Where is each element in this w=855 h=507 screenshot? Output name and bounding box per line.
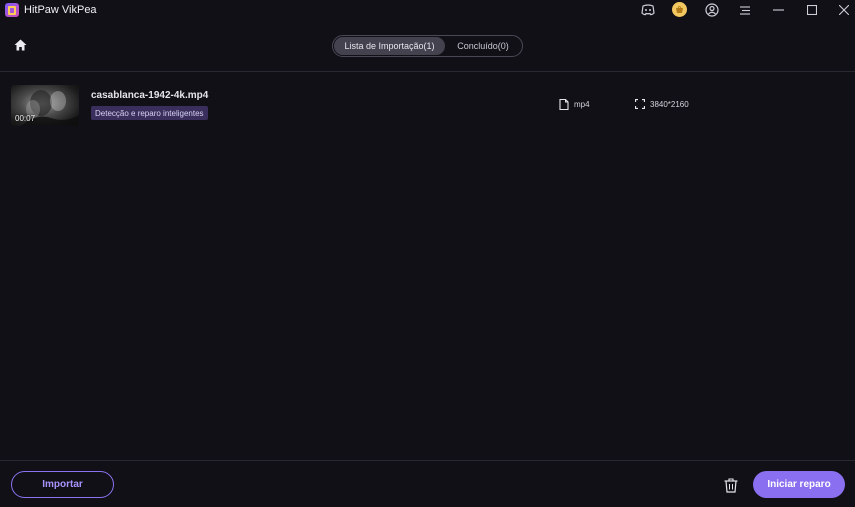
file-format: mp4 xyxy=(559,99,590,110)
trash-icon[interactable] xyxy=(722,476,740,494)
tab-switcher: Lista de Importação(1) Concluído(0) xyxy=(332,35,523,57)
tab-import-list[interactable]: Lista de Importação(1) xyxy=(334,37,445,55)
account-icon[interactable] xyxy=(704,2,720,18)
start-repair-button[interactable]: Iniciar reparo xyxy=(753,471,845,498)
menu-icon[interactable] xyxy=(737,2,753,18)
file-name: casablanca-1942-4k.mp4 xyxy=(91,90,209,101)
video-duration: 00:07 xyxy=(15,114,36,123)
file-resolution: 3840*2160 xyxy=(635,99,689,109)
close-icon[interactable] xyxy=(836,2,852,18)
header-bar: Lista de Importação(1) Concluído(0) xyxy=(0,20,855,72)
app-window: HitPaw VikPea Lista de Importação(1) Con… xyxy=(0,0,855,507)
file-icon xyxy=(559,99,569,110)
app-title: HitPaw VikPea xyxy=(24,4,97,16)
file-format-label: mp4 xyxy=(574,100,590,109)
home-icon[interactable] xyxy=(12,37,28,53)
app-logo xyxy=(5,3,19,17)
file-list-item[interactable]: 00:07 casablanca-1942-4k.mp4 Detecção e … xyxy=(0,80,855,132)
footer-bar: Importar Iniciar reparo xyxy=(0,460,855,507)
file-resolution-label: 3840*2160 xyxy=(650,99,689,109)
video-thumbnail[interactable]: 00:07 xyxy=(11,85,79,126)
title-bar: HitPaw VikPea xyxy=(0,0,855,20)
shop-coin-icon[interactable] xyxy=(672,2,687,17)
import-button[interactable]: Importar xyxy=(11,471,114,498)
minimize-icon[interactable] xyxy=(770,2,786,18)
discord-icon[interactable] xyxy=(640,2,656,18)
resolution-icon xyxy=(635,99,645,109)
tab-completed[interactable]: Concluído(0) xyxy=(445,37,521,55)
maximize-icon[interactable] xyxy=(804,2,820,18)
repair-mode-badge: Detecção e reparo inteligentes xyxy=(91,106,208,120)
